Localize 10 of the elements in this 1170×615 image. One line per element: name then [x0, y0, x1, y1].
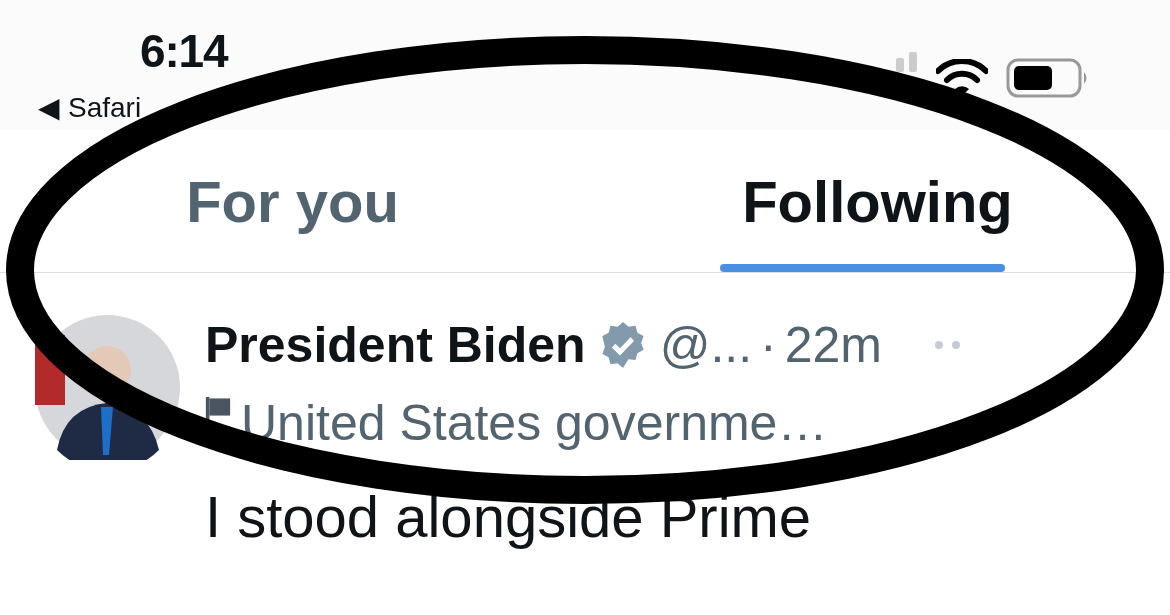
affiliation-label: United States governme…: [241, 398, 828, 448]
signal-icon: [896, 52, 918, 72]
feed-tab[interactable]: For you: [0, 130, 585, 272]
back-to-safari-link[interactable]: ◀ Safari: [38, 94, 142, 122]
author-name: President Biden: [205, 320, 586, 370]
post-time: 22m: [784, 320, 882, 370]
clock-time: 6:14: [140, 28, 228, 74]
feed-tab[interactable]: Following: [585, 130, 1170, 272]
separator-dot: ·: [760, 320, 777, 370]
author-handle: @...: [659, 320, 753, 370]
